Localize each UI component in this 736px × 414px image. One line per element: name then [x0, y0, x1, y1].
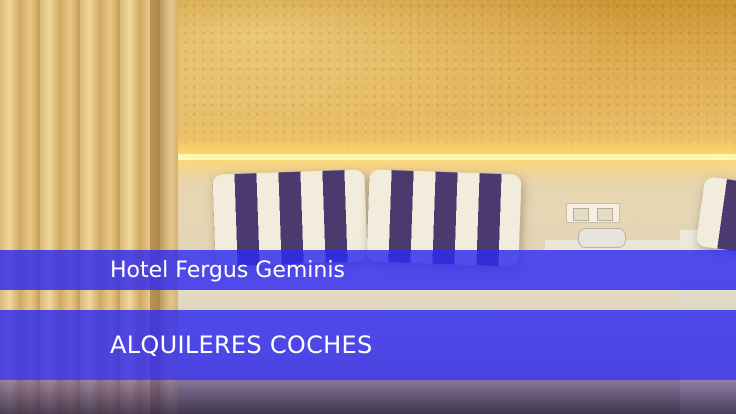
- hotel-name-banner: Hotel Fergus Geminis: [0, 250, 736, 290]
- telephone: [578, 228, 626, 248]
- subtitle-text: ALQUILERES COCHES: [110, 331, 373, 359]
- light-switch: [566, 203, 620, 223]
- hotel-room-photo: Hotel Fergus Geminis ALQUILERES COCHES: [0, 0, 736, 414]
- subtitle-banner: ALQUILERES COCHES: [0, 310, 736, 380]
- floor-shadow: [0, 380, 736, 414]
- led-light-strip: [170, 154, 736, 160]
- hotel-name-text: Hotel Fergus Geminis: [110, 257, 345, 283]
